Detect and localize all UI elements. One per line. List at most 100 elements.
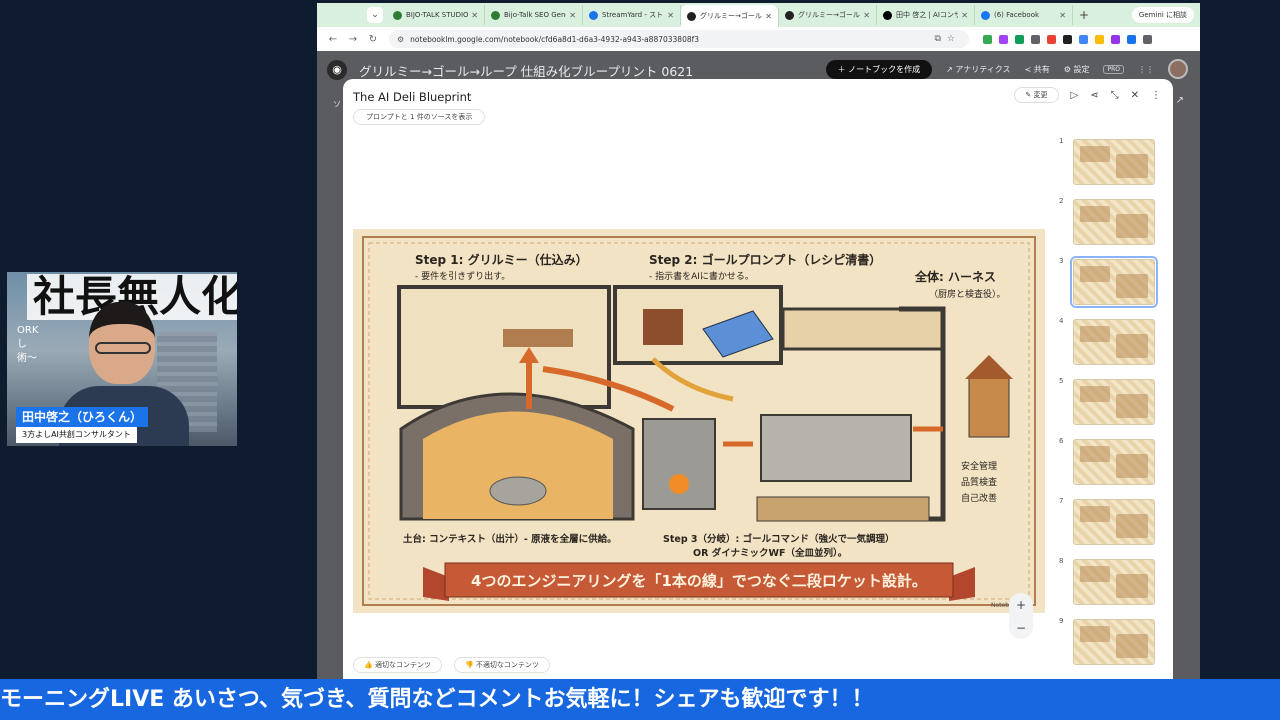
tab-search-icon[interactable]: ⌄ xyxy=(367,7,383,23)
good-content-button[interactable]: 👍 適切なコンテンツ xyxy=(353,657,442,673)
thumbnail-number: 4 xyxy=(1059,317,1064,325)
slide-thumbnail[interactable] xyxy=(1073,379,1155,425)
browser-tab[interactable]: グリルミー→ゴール ✕ xyxy=(779,5,877,25)
browser-tab[interactable]: StreamYard - スト ✕ xyxy=(583,5,681,25)
browser-tab[interactable]: BIJO-TALK STUDIO ✕ xyxy=(387,5,485,25)
background-expand-icon[interactable]: ↗ xyxy=(1176,95,1184,106)
slide-thumbnail[interactable] xyxy=(1073,139,1155,185)
webcam-overlay: 社長無人化 ORK し 術〜 田中啓之（ひろくん） 3方よしAI共創コンサルタン… xyxy=(7,272,237,446)
create-notebook-button[interactable]: ＋ ノートブックを作成 xyxy=(825,59,933,79)
presenter-glasses xyxy=(95,342,151,354)
feedback-bar: 👍 適切なコンテンツ 👎 不適切なコンテンツ xyxy=(353,657,550,673)
slide-thumbnail[interactable] xyxy=(1073,499,1155,545)
tab-close-icon[interactable]: ✕ xyxy=(961,11,968,20)
zoom-out-button[interactable]: − xyxy=(1016,621,1026,635)
step2-subtitle: - 指示書をAIに書かせる。 xyxy=(649,270,754,282)
slide-thumbnail[interactable] xyxy=(1070,256,1158,308)
site-info-icon[interactable]: ⚙ xyxy=(397,35,404,44)
extension-icon[interactable] xyxy=(1078,34,1088,44)
thumbnail-item[interactable]: 9 xyxy=(1057,617,1167,667)
extension-icon[interactable] xyxy=(1062,34,1072,44)
thumbnail-item[interactable]: 8 xyxy=(1057,557,1167,607)
thumbnail-item[interactable]: 5 xyxy=(1057,377,1167,427)
notebooklm-logo-icon[interactable]: ◉ xyxy=(327,60,347,80)
thumbnail-number: 3 xyxy=(1059,257,1064,265)
notebook-title[interactable]: グリルミー→ゴール→ループ 仕組み化ブループリント 0621 xyxy=(359,61,693,80)
edit-button[interactable]: ✎ 変更 xyxy=(1014,87,1059,103)
bookmark-star-icon[interactable]: ⧉☆ xyxy=(935,34,962,44)
extension-icon[interactable] xyxy=(1110,34,1120,44)
browser-window: ⌄ BIJO-TALK STUDIO ✕ Bijo-Talk SEO Gene ✕ St… xyxy=(317,3,1200,679)
play-icon[interactable]: ▷ xyxy=(1071,90,1079,101)
browser-tab[interactable]: 田中 啓之 | AIコンサ ✕ xyxy=(877,5,975,25)
slide-thumbnail[interactable] xyxy=(1073,199,1155,245)
improve-label: 自己改善 xyxy=(961,492,997,504)
slide-thumbnail[interactable] xyxy=(1073,559,1155,605)
tab-title: グリルミー→ゴール xyxy=(798,11,860,19)
presenter-role-tag: 3方よしAI共創コンサルタント xyxy=(16,427,137,443)
extension-icon[interactable] xyxy=(998,34,1008,44)
tab-close-icon[interactable]: ✕ xyxy=(765,12,772,21)
step2-title: Step 2: ゴールプロンプト（レシピ清書） xyxy=(649,252,881,267)
tab-favicon-icon xyxy=(589,10,598,20)
browser-tab[interactable]: グリルミー→ゴール ✕ xyxy=(681,5,779,27)
share-button[interactable]: ≺ 共有 xyxy=(1025,64,1050,75)
extension-icon[interactable] xyxy=(1030,34,1040,44)
tab-close-icon[interactable]: ✕ xyxy=(863,11,870,20)
thumbnail-item[interactable]: 3 xyxy=(1057,256,1167,308)
view-prompt-and-sources-button[interactable]: プロンプトと 1 件のソースを表示 xyxy=(353,109,486,125)
bad-content-button[interactable]: 👎 不適切なコンテンツ xyxy=(453,657,550,673)
thumbnail-number: 2 xyxy=(1059,197,1064,205)
share-icon[interactable]: ⋖ xyxy=(1090,90,1098,101)
side-text-line: ORK xyxy=(17,325,39,336)
apps-grid-icon[interactable]: ⋮⋮ xyxy=(1138,65,1154,74)
browser-tab[interactable]: (6) Facebook ✕ xyxy=(975,5,1073,25)
close-icon[interactable]: ✕ xyxy=(1131,90,1139,101)
thumbnail-item[interactable]: 2 xyxy=(1057,197,1167,247)
slide-thumbnail[interactable] xyxy=(1073,619,1155,665)
analytics-button[interactable]: ↗ アナリティクス xyxy=(946,64,1010,75)
thumbnail-number: 6 xyxy=(1059,437,1064,445)
browser-tab[interactable]: Bijo-Talk SEO Gene ✕ xyxy=(485,5,583,25)
zoom-in-button[interactable]: + xyxy=(1016,598,1026,612)
extension-icon[interactable] xyxy=(1126,34,1136,44)
extension-icon[interactable] xyxy=(1094,34,1104,44)
thumbnail-art xyxy=(1116,574,1148,598)
back-icon[interactable]: ← xyxy=(323,34,343,45)
forward-icon[interactable]: → xyxy=(343,34,363,45)
piano-desk xyxy=(643,309,683,345)
thumbnail-item[interactable]: 1 xyxy=(1057,137,1167,187)
tab-close-icon[interactable]: ✕ xyxy=(1059,11,1066,20)
reload-icon[interactable]: ↻ xyxy=(363,34,383,45)
thumbnail-item[interactable]: 6 xyxy=(1057,437,1167,487)
side-text-line: 術〜 xyxy=(17,353,37,364)
address-bar[interactable]: ⚙ notebooklm.google.com/notebook/cfd6a8d… xyxy=(389,30,969,48)
tab-favicon-icon xyxy=(393,10,402,20)
tab-close-icon[interactable]: ✕ xyxy=(569,11,576,20)
extension-icon[interactable] xyxy=(1014,34,1024,44)
settings-button[interactable]: ⚙ 設定 xyxy=(1064,64,1090,75)
account-avatar[interactable] xyxy=(1168,59,1188,79)
more-vert-icon[interactable]: ⋮ xyxy=(1151,90,1161,101)
tab-close-icon[interactable]: ✕ xyxy=(471,11,478,20)
thumbnail-item[interactable]: 7 xyxy=(1057,497,1167,547)
slide-thumbnail[interactable] xyxy=(1073,439,1155,485)
infographic-illustration: Step 1: グリルミー（仕込み） - 要件を引きずり出す。 Step 2: … xyxy=(353,229,1045,613)
thumbnail-item[interactable]: 4 xyxy=(1057,317,1167,367)
thumbnail-number: 5 xyxy=(1059,377,1064,385)
extension-icon[interactable] xyxy=(982,34,992,44)
slide-thumbnail[interactable] xyxy=(1073,319,1155,365)
harness-subtitle: （厨房と検査役）。 xyxy=(929,288,1006,300)
gemini-button[interactable]: Gemini に相談 xyxy=(1131,7,1194,23)
thumbnail-art xyxy=(1080,326,1110,342)
analytics-label: アナリティクス xyxy=(955,64,1011,74)
new-tab-icon[interactable]: + xyxy=(1079,8,1089,22)
extension-icon[interactable] xyxy=(1142,34,1152,44)
stove xyxy=(642,418,716,510)
notebooklm-app: ◉ グリルミー→ゴール→ループ 仕組み化ブループリント 0621 ＋ ノートブッ… xyxy=(317,51,1200,679)
tab-favicon-icon xyxy=(785,10,794,20)
collapse-icon[interactable]: ⤡ xyxy=(1111,90,1119,101)
tab-close-icon[interactable]: ✕ xyxy=(667,11,674,20)
extension-icon[interactable] xyxy=(1046,34,1056,44)
url-text[interactable]: notebooklm.google.com/notebook/cfd6a8d1-… xyxy=(410,35,934,44)
